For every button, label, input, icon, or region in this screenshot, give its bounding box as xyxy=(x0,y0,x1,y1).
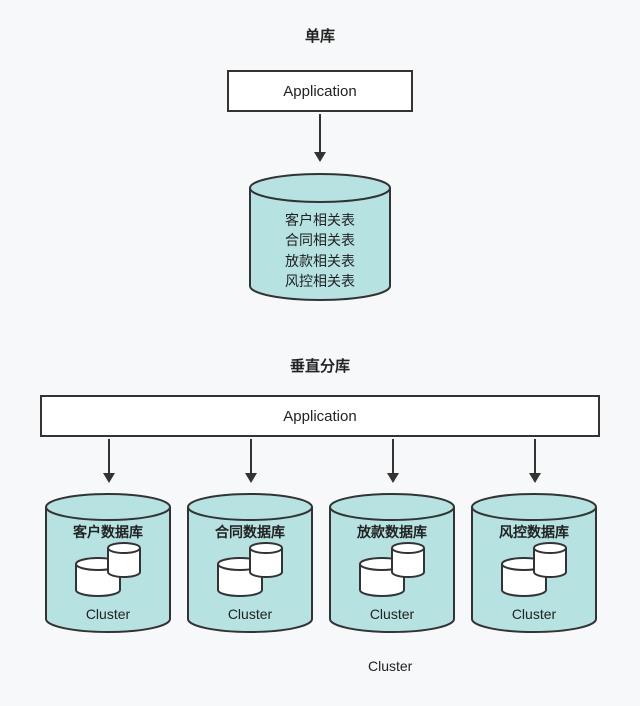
table-line: 风控相关表 xyxy=(248,271,392,291)
table-line: 放款相关表 xyxy=(248,251,392,271)
diagram-canvas: 单库 Application 客户相关表 合同相关表 放款相关表 风控相关表 垂… xyxy=(0,0,640,706)
cluster-label: Cluster xyxy=(44,606,172,622)
table-line: 合同相关表 xyxy=(248,230,392,250)
application-box-bottom: Application xyxy=(40,395,600,437)
section-title-single: 单库 xyxy=(0,25,640,46)
database-single: 客户相关表 合同相关表 放款相关表 风控相关表 xyxy=(248,172,392,302)
arrow-db-4 xyxy=(534,439,536,481)
database-contract: 合同数据库 Cluster xyxy=(186,492,314,634)
cluster-label: Cluster xyxy=(470,606,598,622)
section-title-vertical: 垂直分库 xyxy=(0,355,640,376)
cluster-label: Cluster xyxy=(186,606,314,622)
database-label: 合同数据库 xyxy=(186,522,314,542)
arrow-db-2 xyxy=(250,439,252,481)
database-single-tables: 客户相关表 合同相关表 放款相关表 风控相关表 xyxy=(248,210,392,291)
arrow-db-1 xyxy=(108,439,110,481)
cluster-label: Cluster xyxy=(328,606,456,622)
database-loan: 放款数据库 Cluster xyxy=(328,492,456,634)
database-label: 客户数据库 xyxy=(44,522,172,542)
database-customer: 客户数据库 Cluster xyxy=(44,492,172,634)
arrow-top xyxy=(319,114,321,160)
database-label: 放款数据库 xyxy=(328,522,456,542)
database-label: 风控数据库 xyxy=(470,522,598,542)
arrow-db-3 xyxy=(392,439,394,481)
application-box-top: Application xyxy=(227,70,413,112)
database-risk: 风控数据库 Cluster xyxy=(470,492,598,634)
stray-cluster-label: Cluster xyxy=(368,658,412,674)
table-line: 客户相关表 xyxy=(248,210,392,230)
